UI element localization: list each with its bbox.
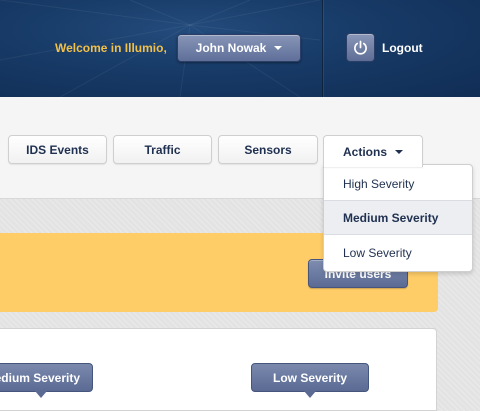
tooltip-label: Low Severity — [272, 370, 348, 385]
top-header: Welcome in Illumio, John Nowak Logout — [0, 0, 480, 97]
user-menu-button[interactable]: John Nowak — [177, 34, 301, 62]
header-divider — [322, 0, 323, 97]
chevron-down-icon — [274, 46, 283, 50]
menu-item-label: Low Severity — [343, 245, 412, 260]
chevron-down-icon — [395, 149, 403, 154]
tab-label: Sensors — [244, 142, 292, 157]
tab-label: IDS Events — [26, 142, 89, 157]
medium-severity-tooltip: Medium Severity — [0, 363, 93, 398]
logout-button[interactable] — [346, 33, 375, 62]
user-name-label: John Nowak — [195, 41, 267, 55]
tab-sensors[interactable]: Sensors — [218, 135, 318, 164]
tab-label: Actions — [342, 144, 387, 159]
menu-item-low-severity[interactable]: Low Severity — [324, 235, 472, 270]
welcome-text: Welcome in Illumio, — [55, 41, 167, 55]
logout-link[interactable]: Logout — [382, 41, 423, 55]
menu-item-label: Medium Severity — [343, 210, 439, 225]
power-icon — [354, 40, 367, 55]
menu-item-label: High Severity — [343, 176, 415, 191]
tab-label: Traffic — [144, 142, 181, 157]
tab-ids-events[interactable]: IDS Events — [8, 135, 107, 164]
actions-dropdown-menu: High Severity Medium Severity Low Severi… — [323, 164, 473, 272]
tooltip-label: Medium Severity — [0, 370, 80, 385]
tab-actions[interactable]: Actions — [323, 135, 423, 167]
low-severity-tooltip: Low Severity — [251, 363, 369, 398]
menu-item-medium-severity[interactable]: Medium Severity — [324, 200, 472, 235]
menu-item-high-severity[interactable]: High Severity — [324, 166, 472, 201]
tab-traffic[interactable]: Traffic — [113, 135, 212, 164]
